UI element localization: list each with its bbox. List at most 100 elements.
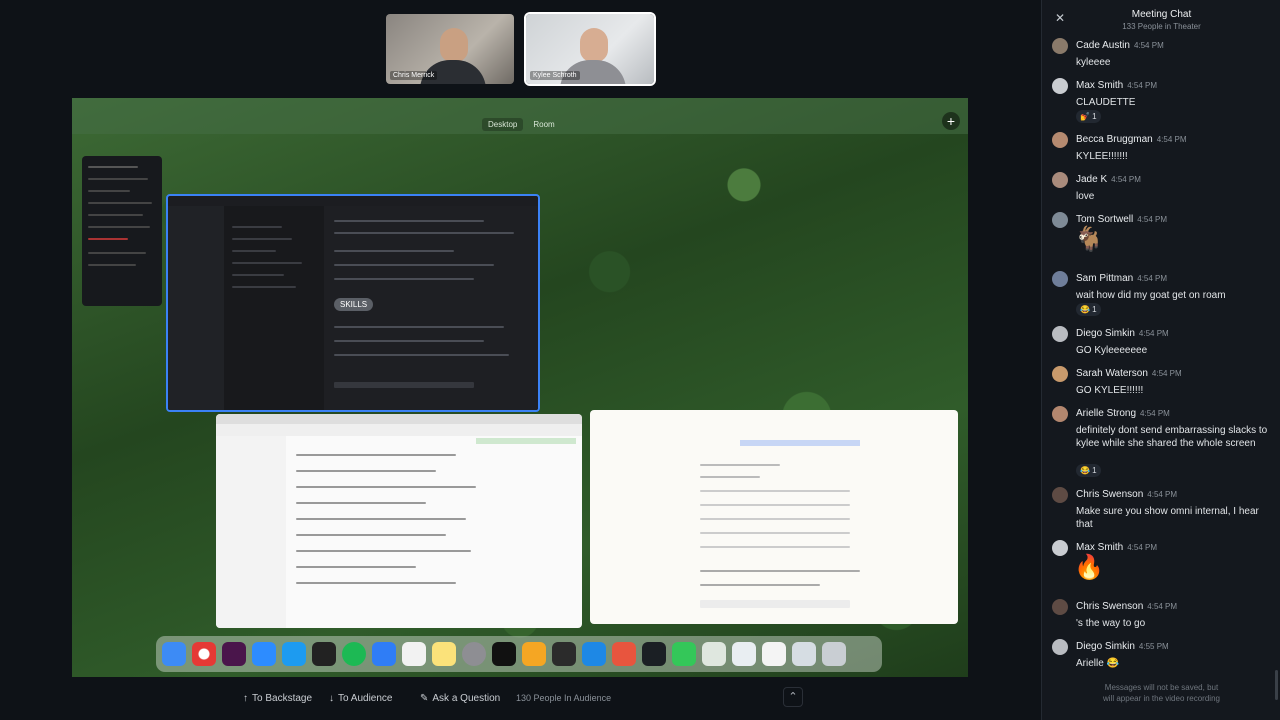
- notes-icon[interactable]: [432, 642, 456, 666]
- app-icon[interactable]: [582, 642, 606, 666]
- message-author: Sarah Waterson 4:54 PM: [1076, 368, 1182, 379]
- participant-head: [440, 28, 468, 62]
- chat-message: Chris Swenson 4:54 PM 's the way to go: [1052, 599, 1274, 635]
- message-text: GO KYLEE!!!!!!: [1076, 385, 1144, 396]
- terminal-icon[interactable]: [552, 642, 576, 666]
- avatar: [1052, 540, 1068, 556]
- phone-icon[interactable]: [672, 642, 696, 666]
- claude-icon[interactable]: [612, 642, 636, 666]
- reaction-badge[interactable]: 😂 1: [1076, 464, 1101, 477]
- message-text: definitely dont send embarrassing slacks…: [1076, 425, 1268, 449]
- folder-icon[interactable]: [702, 642, 726, 666]
- document-icon[interactable]: [792, 642, 816, 666]
- message-text: 's the way to go: [1076, 618, 1146, 629]
- message-author: Chris Swenson 4:54 PM: [1076, 601, 1178, 612]
- participant-video-tile[interactable]: Chris Merrick: [384, 12, 516, 86]
- avatar: [1052, 599, 1068, 615]
- zoom-icon[interactable]: [252, 642, 276, 666]
- arrow-up-icon: ↑: [243, 692, 248, 704]
- chat-message: Becca Bruggman 4:54 PM KYLEE!!!!!!!: [1052, 132, 1274, 168]
- shared-screen: Desktop Room + SKILLS: [72, 98, 968, 677]
- message-text: kyleeee: [1076, 57, 1111, 68]
- app-icon[interactable]: [492, 642, 516, 666]
- folder-icon[interactable]: [732, 642, 756, 666]
- ask-question-label: Ask a Question: [432, 692, 501, 704]
- ask-question-button[interactable]: ✎ Ask a Question: [420, 693, 500, 704]
- settings-icon[interactable]: [462, 642, 486, 666]
- expand-button[interactable]: ⌃: [783, 687, 803, 707]
- message-text: GO Kyleeeeeee: [1076, 345, 1148, 356]
- reaction-badge[interactable]: 😂 1: [1076, 303, 1101, 316]
- app-icon[interactable]: [312, 642, 336, 666]
- app-store-icon[interactable]: [372, 642, 396, 666]
- avatar: [1052, 406, 1068, 422]
- message-text: love: [1076, 191, 1095, 202]
- to-audience-button[interactable]: ↓ To Audience: [329, 693, 393, 704]
- sublime-icon[interactable]: [522, 642, 546, 666]
- stage: Chris Merrick Kylee Schroth Desktop Room…: [0, 0, 1040, 720]
- chat-scrollbar[interactable]: [1275, 670, 1278, 700]
- message-author: Cade Austin 4:54 PM: [1076, 40, 1164, 51]
- message-author: Arielle Strong 4:54 PM: [1076, 408, 1170, 419]
- avatar: [1052, 326, 1068, 342]
- footer-line: Messages will not be saved, but: [1104, 683, 1219, 692]
- arrow-down-icon: ↓: [329, 692, 334, 704]
- tab-room[interactable]: Room: [527, 118, 560, 131]
- tab-desktop[interactable]: Desktop: [482, 118, 524, 131]
- chat-message: Diego Simkin 4:54 PM GO Kyleeeeeee: [1052, 326, 1274, 362]
- chat-message: Sarah Waterson 4:54 PM GO KYLEE!!!!!!: [1052, 366, 1274, 402]
- message-text: Arielle 😂: [1076, 658, 1120, 669]
- add-button[interactable]: +: [942, 112, 960, 130]
- chat-title: Meeting Chat: [1131, 9, 1192, 20]
- editor-file-panel: [216, 436, 286, 628]
- chrome-icon[interactable]: [192, 642, 216, 666]
- chat-message: Jade K 4:54 PM love: [1052, 172, 1274, 208]
- finder-icon[interactable]: [162, 642, 186, 666]
- app-icon[interactable]: [282, 642, 306, 666]
- participant-head: [580, 28, 608, 62]
- avatar: [1052, 132, 1068, 148]
- ide-sidebar: [168, 206, 224, 410]
- avatar: [1052, 172, 1068, 188]
- desktop-room-toggle: Desktop Room: [482, 118, 561, 131]
- avatar: [1052, 78, 1068, 94]
- message-author: Jade K 4:54 PM: [1076, 174, 1141, 185]
- message-text: Make sure you show omni internal, I hear…: [1076, 506, 1259, 530]
- message-text: wait how did my goat get on roam: [1076, 290, 1226, 301]
- chat-message: Tom Sortwell 4:54 PM 🐐: [1052, 212, 1274, 266]
- reminders-icon[interactable]: [402, 642, 426, 666]
- spotify-icon[interactable]: [342, 642, 366, 666]
- chat-app-window: [82, 156, 162, 306]
- editor-toolbar: [216, 424, 582, 436]
- chat-message: Max Smith 4:54 PM 🔥: [1052, 540, 1274, 594]
- mac-dock: [156, 636, 882, 672]
- avatar: [1052, 38, 1068, 54]
- chat-header: ✕ Meeting Chat 133 People in Theater: [1042, 0, 1280, 36]
- activity-monitor-icon[interactable]: [642, 642, 666, 666]
- chat-footer-note: Messages will not be saved, but will app…: [1042, 682, 1280, 704]
- chevron-up-icon: ⌃: [788, 691, 798, 703]
- chat-message: Diego Simkin 4:55 PM Arielle 😂: [1052, 639, 1274, 675]
- to-backstage-button[interactable]: ↑ To Backstage: [243, 693, 312, 704]
- slack-icon[interactable]: [222, 642, 246, 666]
- message-author: Diego Simkin 4:54 PM: [1076, 328, 1169, 339]
- avatar: [1052, 487, 1068, 503]
- document-window: [590, 410, 958, 624]
- chat-message: Arielle Strong 4:54 PM definitely dont se…: [1052, 406, 1274, 482]
- reaction-badge[interactable]: 💅 1: [1076, 110, 1101, 123]
- chat-message-list[interactable]: Cade Austin 4:54 PM kyleeee Max Smith 4:54…: [1042, 36, 1280, 676]
- code-editor-window: SKILLS: [166, 194, 540, 412]
- message-author: Tom Sortwell 4:54 PM: [1076, 214, 1168, 225]
- message-text: KYLEE!!!!!!!: [1076, 151, 1128, 162]
- chat-message: Max Smith 4:54 PM CLAUDETTE 💅 1: [1052, 78, 1274, 126]
- message-author: Sam Pittman 4:54 PM: [1076, 273, 1168, 284]
- active-speaker-video-tile[interactable]: Kylee Schroth: [524, 12, 656, 86]
- avatar: [1052, 271, 1068, 287]
- trash-icon[interactable]: [822, 642, 846, 666]
- shared-screen-topbar: Desktop Room +: [72, 98, 968, 134]
- goat-emoji: 🐐: [1074, 226, 1104, 253]
- document-icon[interactable]: [762, 642, 786, 666]
- text-editor-window: [216, 414, 582, 628]
- chat-subtitle: 133 People in Theater: [1122, 22, 1201, 31]
- to-backstage-label: To Backstage: [252, 692, 313, 704]
